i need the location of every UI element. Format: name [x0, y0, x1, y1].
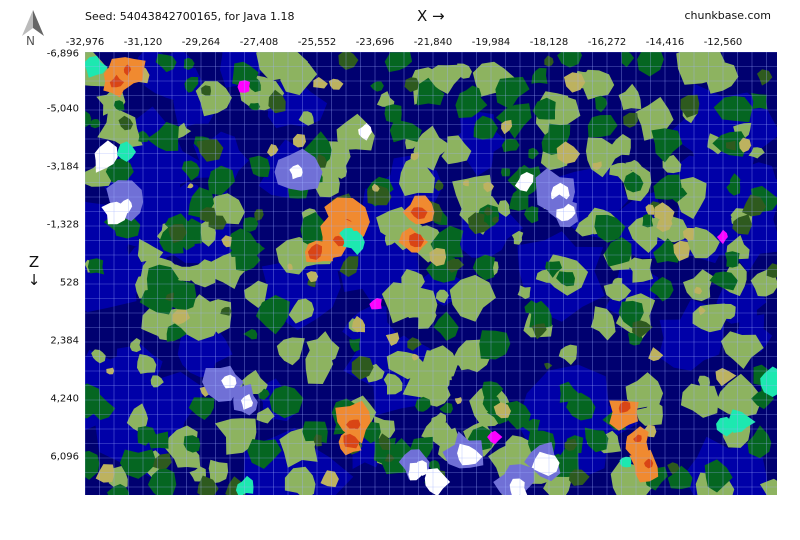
z-tick: -1,328: [46, 219, 79, 231]
compass-label: N: [26, 34, 35, 48]
biome-patch: [87, 258, 105, 275]
x-tick: -16,272: [587, 37, 627, 48]
x-tick: -21,840: [413, 37, 453, 48]
z-tick: -3,184: [46, 161, 79, 173]
z-tick: -6,896: [46, 48, 79, 60]
x-tick: -18,128: [529, 37, 569, 48]
biome-patch: [642, 213, 654, 228]
x-tick: -14,416: [645, 37, 685, 48]
biome-map-canvas[interactable]: [85, 52, 777, 495]
z-tick: 2,384: [50, 335, 79, 347]
x-tick: -25,552: [297, 37, 337, 48]
z-axis-label: Z: [28, 253, 40, 271]
seed-label: Seed: 54043842700165, for Java 1.18: [85, 10, 295, 23]
x-tick: -19,984: [471, 37, 511, 48]
z-tick: 6,096: [50, 451, 79, 463]
biome-patch: [237, 80, 250, 93]
z-tick: 4,240: [50, 393, 79, 405]
x-axis-title: X →: [417, 7, 445, 25]
z-axis-arrow-icon: ↓: [27, 271, 41, 289]
x-tick: -31,120: [123, 37, 163, 48]
z-tick: 528: [59, 277, 79, 289]
x-tick: -27,408: [239, 37, 279, 48]
x-tick: -29,264: [181, 37, 221, 48]
x-tick: -23,696: [355, 37, 395, 48]
biome-patch: [384, 104, 402, 123]
z-tick: -5,040: [46, 103, 79, 115]
z-axis-title: Z ↓: [27, 253, 41, 289]
x-tick: -12,560: [703, 37, 743, 48]
biome-map[interactable]: [85, 52, 777, 495]
brand-link[interactable]: chunkbase.com: [684, 9, 771, 22]
x-tick: -32,976: [65, 37, 105, 48]
